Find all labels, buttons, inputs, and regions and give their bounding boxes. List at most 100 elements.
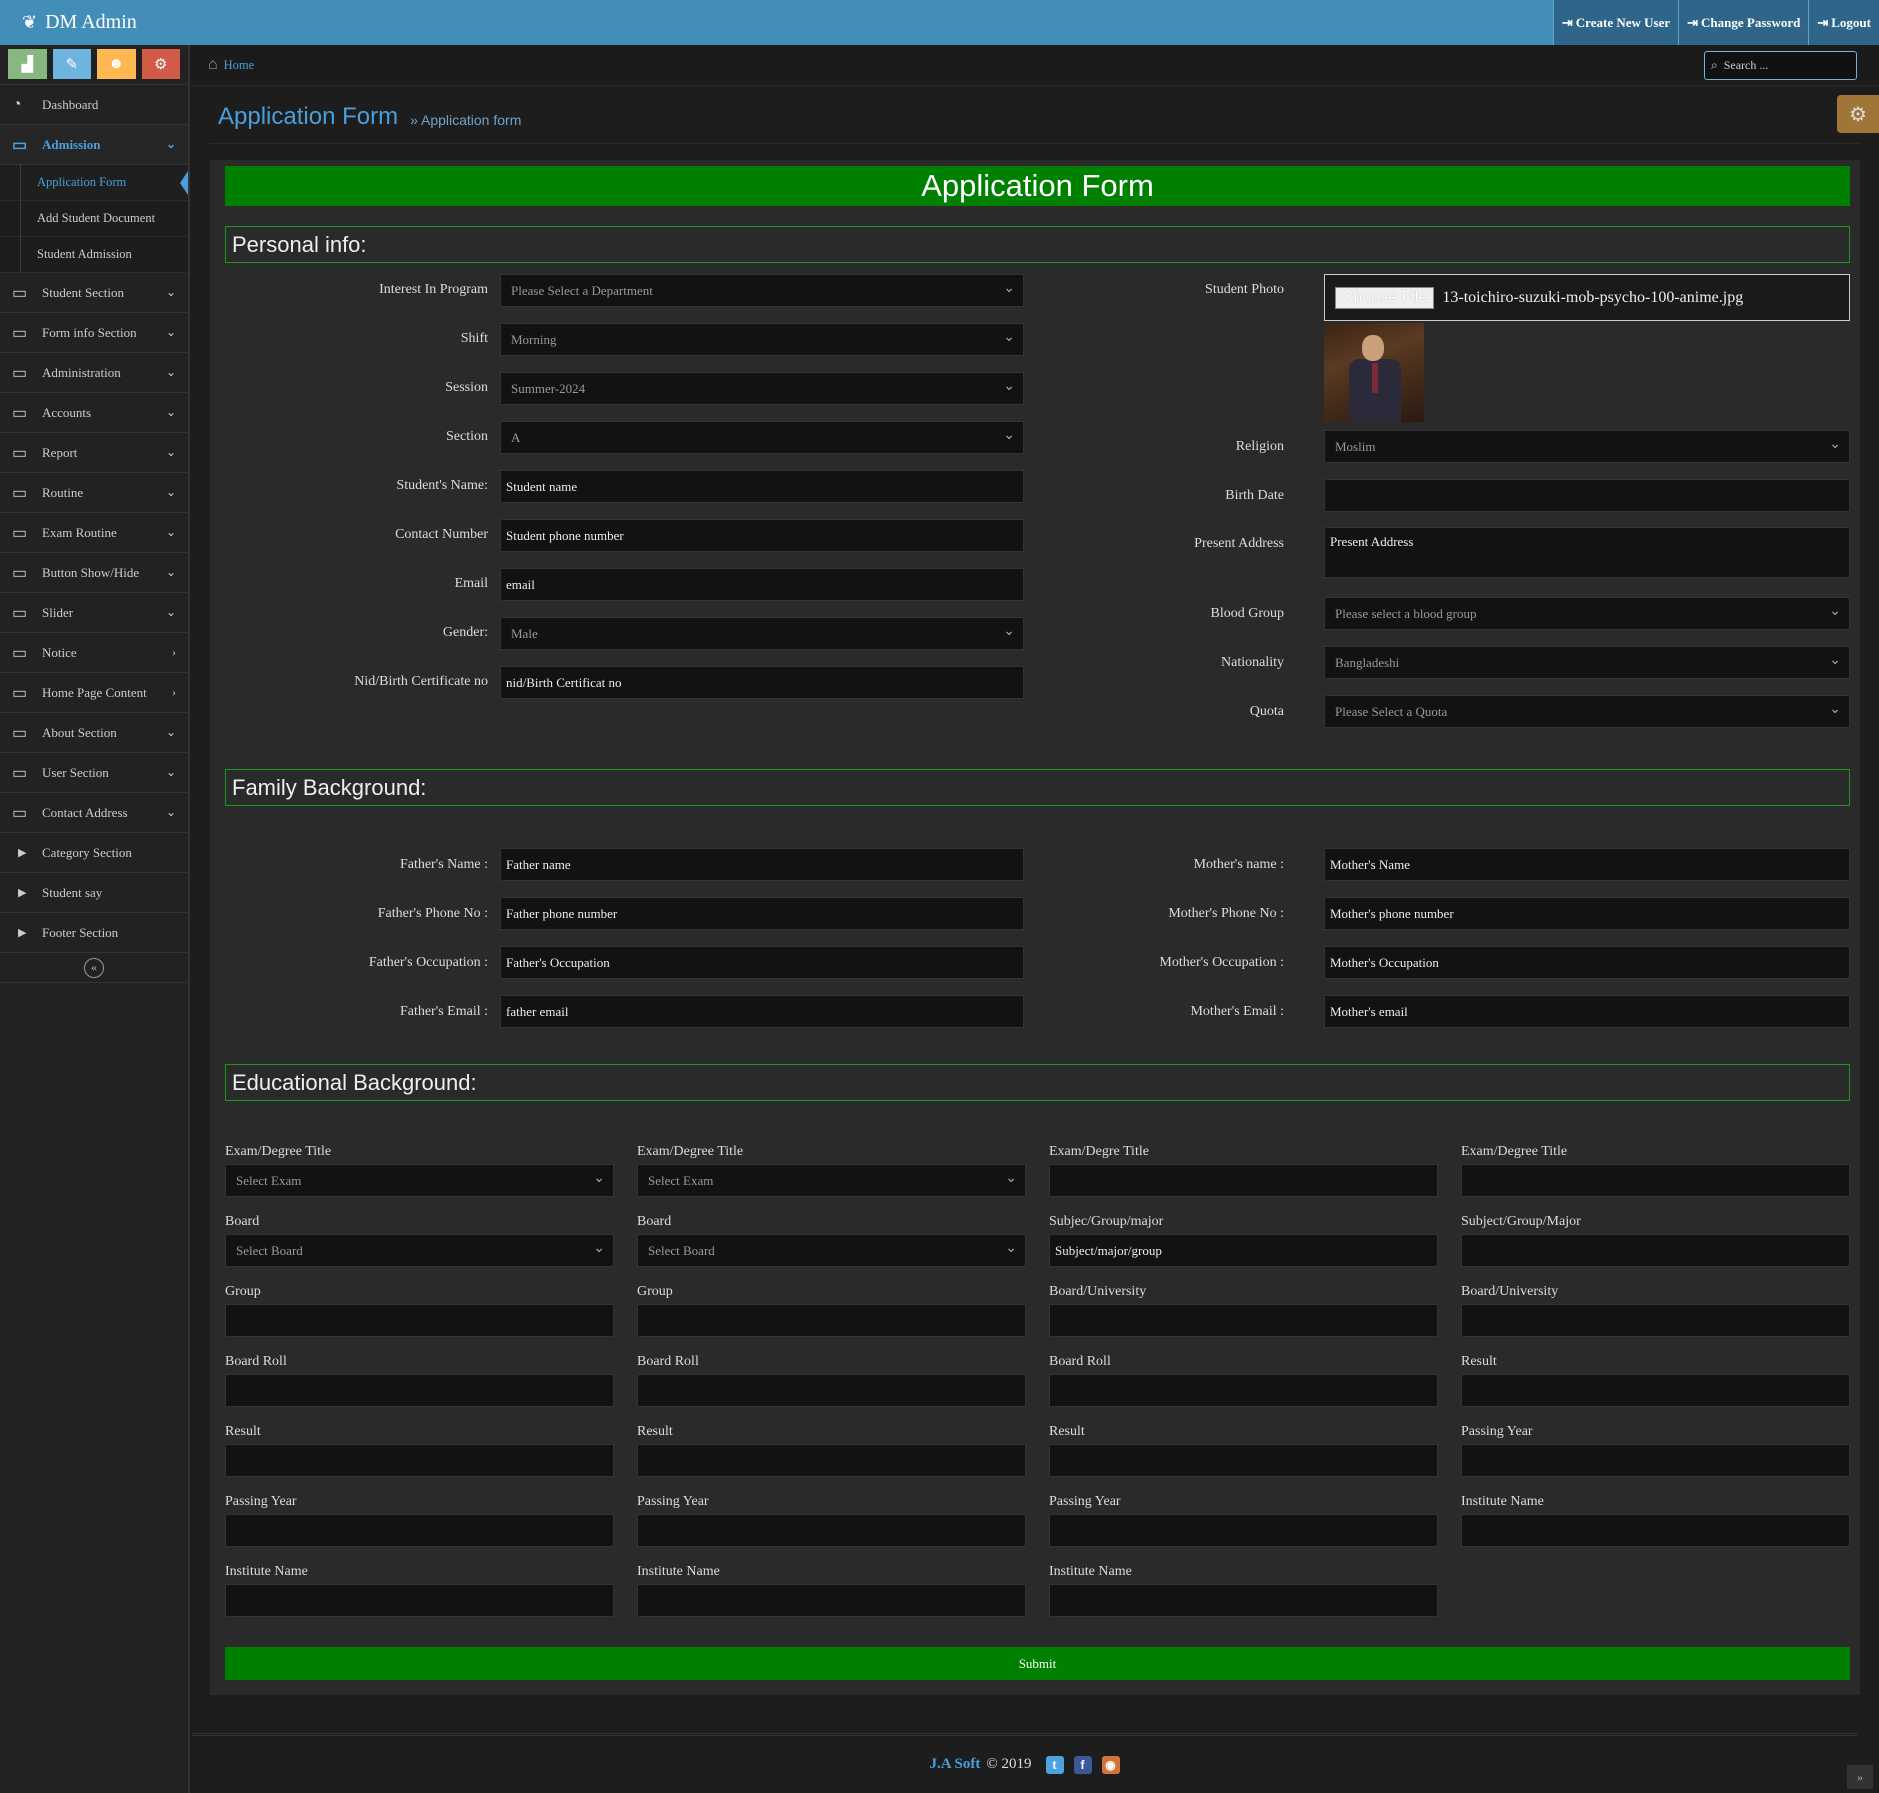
- text-field[interactable]: Present Address: [1324, 527, 1850, 578]
- sidebar-subitem-add-student-document[interactable]: Add Student Document: [0, 201, 188, 237]
- sidebar-item-slider[interactable]: ▭ Slider ⌄: [0, 593, 188, 633]
- sidebar-item-routine[interactable]: ▭ Routine ⌄: [0, 473, 188, 513]
- change-password-label: Change Password: [1701, 14, 1801, 30]
- text-field[interactable]: [225, 1584, 614, 1617]
- text-field[interactable]: [637, 1374, 1026, 1407]
- text-field[interactable]: Student name: [500, 470, 1024, 503]
- text-field[interactable]: Father's Occupation: [500, 946, 1024, 979]
- footer-brand: J.A Soft: [929, 1756, 981, 1772]
- select-field[interactable]: A: [500, 421, 1024, 454]
- select-field[interactable]: Select Board: [225, 1234, 614, 1267]
- text-field[interactable]: Subject/major/group: [1049, 1234, 1438, 1267]
- select-field[interactable]: Male: [500, 617, 1024, 650]
- text-field[interactable]: [1461, 1514, 1850, 1547]
- select-field[interactable]: Moslim: [1324, 430, 1850, 463]
- sidebar-item-admission[interactable]: ▭ Admission ⌄: [0, 125, 188, 165]
- signal-icon[interactable]: ▟: [8, 49, 47, 79]
- users-icon[interactable]: ☻: [97, 49, 136, 79]
- text-field[interactable]: [1049, 1164, 1438, 1197]
- sidebar-item-form-info-section[interactable]: ▭ Form info Section ⌄: [0, 313, 188, 353]
- text-field[interactable]: [225, 1514, 614, 1547]
- facebook-icon[interactable]: f: [1073, 1755, 1092, 1774]
- text-field[interactable]: [1461, 1304, 1850, 1337]
- field-label: Father's Occupation :: [368, 955, 488, 970]
- field-label: Father's Phone No :: [377, 906, 488, 921]
- rss-icon[interactable]: ◉: [1101, 1755, 1120, 1774]
- text-field[interactable]: father email: [500, 995, 1024, 1028]
- field-label: Gender:: [442, 625, 488, 640]
- text-field[interactable]: Father phone number: [500, 897, 1024, 930]
- text-field[interactable]: [225, 1444, 614, 1477]
- text-field[interactable]: [1049, 1514, 1438, 1547]
- select-field[interactable]: Morning: [500, 323, 1024, 356]
- sidebar-item-accounts[interactable]: ▭ Accounts ⌄: [0, 393, 188, 433]
- settings-gear-icon[interactable]: ⚙: [1837, 95, 1879, 133]
- select-field[interactable]: Select Board: [637, 1234, 1026, 1267]
- select-field[interactable]: Summer-2024: [500, 372, 1024, 405]
- choose-file-button[interactable]: Choose File: [1335, 286, 1435, 309]
- text-field[interactable]: [1461, 1164, 1850, 1197]
- sidebar-item-student-say[interactable]: ▶ Student say: [0, 873, 188, 913]
- sidebar-item-report[interactable]: ▭ Report ⌄: [0, 433, 188, 473]
- text-field[interactable]: [1461, 1444, 1850, 1477]
- sidebar-item-label: Contact Address: [42, 804, 128, 820]
- text-field[interactable]: [637, 1444, 1026, 1477]
- sidebar-item-home-page-content[interactable]: ▭ Home Page Content ›: [0, 673, 188, 713]
- field-label: Student's Name:: [396, 478, 488, 493]
- submit-button[interactable]: Submit: [225, 1647, 1850, 1680]
- text-field[interactable]: [1049, 1374, 1438, 1407]
- text-field[interactable]: Student phone number: [500, 519, 1024, 552]
- scroll-top-button[interactable]: »: [1847, 1765, 1873, 1789]
- sidebar-item-student-section[interactable]: ▭ Student Section ⌄: [0, 273, 188, 313]
- twitter-icon[interactable]: t: [1045, 1755, 1064, 1774]
- pencil-icon[interactable]: ✎: [52, 49, 91, 79]
- search-input[interactable]: ⌕ Search ...: [1704, 51, 1857, 80]
- sidebar-item-user-section[interactable]: ▭ User Section ⌄: [0, 753, 188, 793]
- text-field[interactable]: Mother's Name: [1324, 848, 1850, 881]
- text-field[interactable]: [1049, 1584, 1438, 1617]
- text-field[interactable]: [225, 1374, 614, 1407]
- cogs-icon[interactable]: ⚙: [141, 49, 180, 79]
- sidebar-item-exam-routine[interactable]: ▭ Exam Routine ⌄: [0, 513, 188, 553]
- text-field[interactable]: [225, 1304, 614, 1337]
- student-photo-file-input[interactable]: Choose File 13-toichiro-suzuki-mob-psych…: [1324, 274, 1850, 321]
- sidebar-item-category-section[interactable]: ▶ Category Section: [0, 833, 188, 873]
- text-field[interactable]: [1324, 479, 1850, 512]
- text-field[interactable]: [1049, 1444, 1438, 1477]
- sidebar-item-contact-address[interactable]: ▭ Contact Address ⌄: [0, 793, 188, 833]
- create-user-button[interactable]: ⇥ Create New User: [1552, 0, 1679, 45]
- text-field[interactable]: [1461, 1374, 1850, 1407]
- select-field[interactable]: Please select a blood group: [1324, 597, 1850, 630]
- sidebar-item-footer-section[interactable]: ▶ Footer Section: [0, 913, 188, 953]
- sidebar-subitem-label: Add Student Document: [37, 211, 156, 225]
- change-password-button[interactable]: ⇥ Change Password: [1678, 0, 1809, 45]
- text-field[interactable]: Father name: [500, 848, 1024, 881]
- sidebar-subitem-application-form[interactable]: Application Form: [0, 165, 188, 201]
- sidebar-item-administration[interactable]: ▭ Administration ⌄: [0, 353, 188, 393]
- text-field[interactable]: nid/Birth Certificat no: [500, 666, 1024, 699]
- double-angle-left-icon[interactable]: «: [84, 957, 104, 978]
- select-field[interactable]: Bangladeshi: [1324, 646, 1850, 679]
- sidebar-subitem-student-admission[interactable]: Student Admission: [0, 237, 188, 273]
- select-field[interactable]: Please Select a Department: [500, 274, 1024, 307]
- text-field[interactable]: [637, 1514, 1026, 1547]
- brand[interactable]: ❦ DM Admin: [0, 11, 137, 34]
- logout-button[interactable]: ⇥ Logout: [1808, 0, 1879, 45]
- select-field[interactable]: Please Select a Quota: [1324, 695, 1850, 728]
- text-field[interactable]: Mother's email: [1324, 995, 1850, 1028]
- text-field[interactable]: Mother's phone number: [1324, 897, 1850, 930]
- breadcrumb-home[interactable]: Home: [224, 58, 255, 73]
- sidebar-item-notice[interactable]: ▭ Notice ›: [0, 633, 188, 673]
- select-field[interactable]: Select Exam: [225, 1164, 614, 1197]
- text-field[interactable]: [637, 1584, 1026, 1617]
- text-field[interactable]: [1461, 1234, 1850, 1267]
- select-field[interactable]: Select Exam: [637, 1164, 1026, 1197]
- sidebar-item-dashboard[interactable]: ◔ Dashboard: [0, 85, 188, 125]
- text-field[interactable]: Mother's Occupation: [1324, 946, 1850, 979]
- sidebar-item-about-section[interactable]: ▭ About Section ⌄: [0, 713, 188, 753]
- text-field[interactable]: [1049, 1304, 1438, 1337]
- sidebar-item-button-show-hide[interactable]: ▭ Button Show/Hide ⌄: [0, 553, 188, 593]
- text-field[interactable]: email: [500, 568, 1024, 601]
- top-user-nav: ⇥ Create New User ⇥ Change Password ⇥ Logou…: [1552, 0, 1879, 45]
- text-field[interactable]: [637, 1304, 1026, 1337]
